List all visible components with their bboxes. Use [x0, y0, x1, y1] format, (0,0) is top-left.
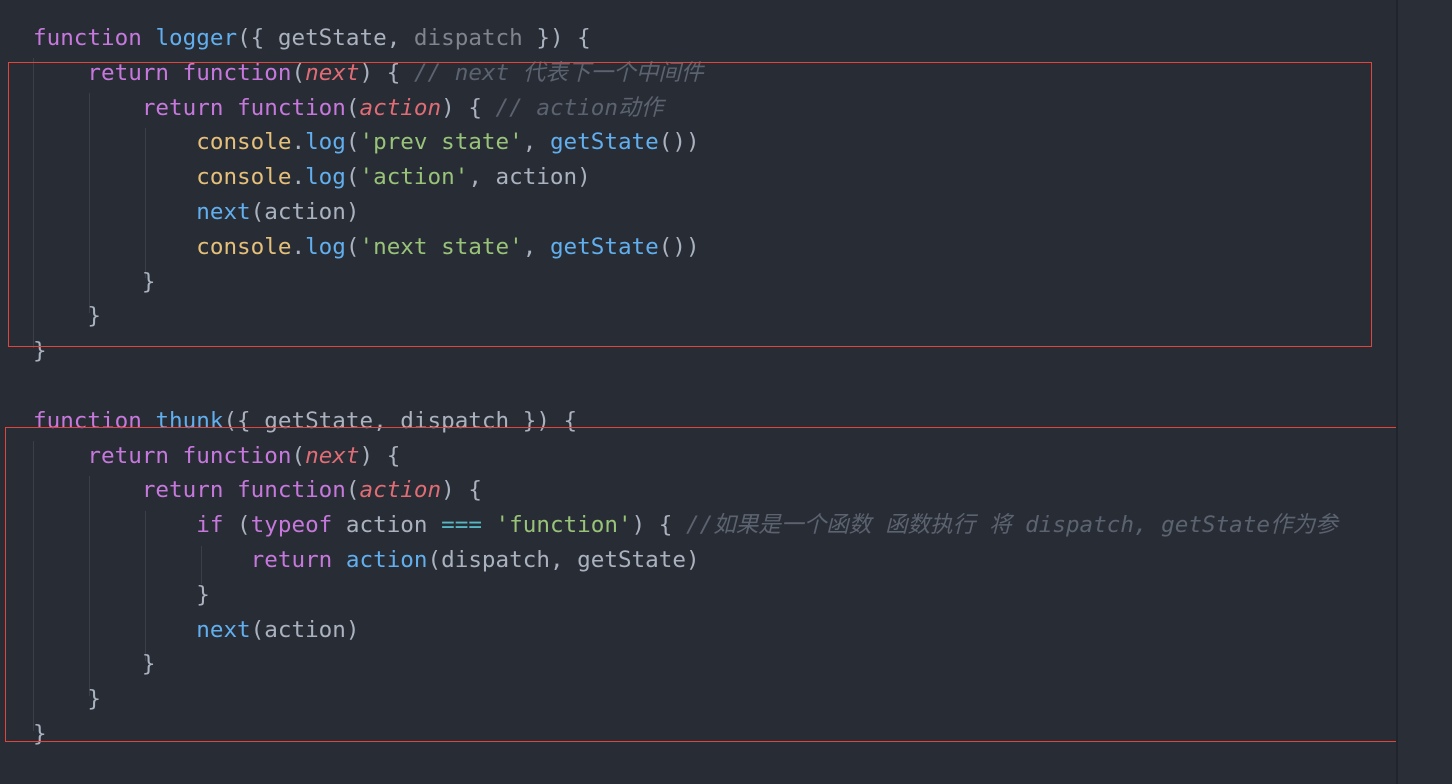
code-token: }) {: [522, 25, 591, 51]
minimap-panel[interactable]: [1398, 0, 1452, 784]
code-token: logger: [155, 25, 238, 51]
highlight-box-logger: [8, 62, 1372, 347]
code-line[interactable]: function logger({ getState, dispatch }) …: [33, 21, 1338, 56]
code-editor[interactable]: function logger({ getState, dispatch }) …: [0, 0, 1452, 784]
code-token: ({ getState,: [237, 25, 414, 51]
highlight-box-thunk: [5, 427, 1409, 742]
code-token: function: [33, 25, 142, 51]
code-line[interactable]: [33, 369, 1338, 404]
code-token: dispatch: [413, 25, 523, 51]
